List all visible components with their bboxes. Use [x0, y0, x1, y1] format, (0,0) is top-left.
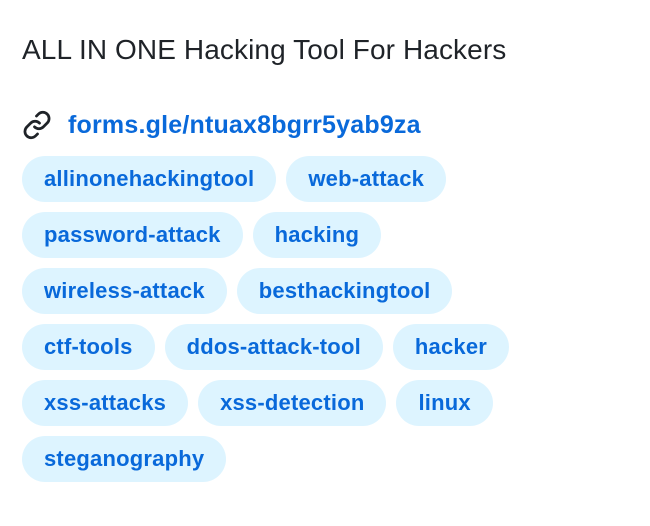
topic-tag[interactable]: web-attack — [286, 156, 447, 202]
topic-tag[interactable]: steganography — [22, 436, 227, 482]
topic-tag[interactable]: besthackingtool — [236, 268, 453, 314]
topic-tag[interactable]: password-attack — [22, 212, 243, 258]
topic-tag[interactable]: xss-detection — [198, 380, 387, 426]
topic-tag[interactable]: hacking — [252, 212, 382, 258]
about-section: ALL IN ONE Hacking Tool For Hackers form… — [22, 30, 632, 482]
homepage-link[interactable]: forms.gle/ntuax8bgrr5yab9za — [68, 107, 421, 143]
homepage-row: forms.gle/ntuax8bgrr5yab9za — [22, 107, 632, 143]
topic-tag[interactable]: linux — [396, 380, 493, 426]
link-icon — [22, 110, 52, 140]
topic-tag[interactable]: wireless-attack — [22, 268, 227, 314]
topic-tag[interactable]: allinonehackingtool — [22, 156, 277, 202]
topic-tag[interactable]: ctf-tools — [22, 324, 155, 370]
repo-description: ALL IN ONE Hacking Tool For Hackers — [22, 34, 507, 65]
topic-tag[interactable]: ddos-attack-tool — [164, 324, 383, 370]
topic-tag[interactable]: xss-attacks — [22, 380, 189, 426]
topics-list: allinonehackingtool web-attack password-… — [22, 156, 582, 482]
topic-tag[interactable]: hacker — [392, 324, 510, 370]
